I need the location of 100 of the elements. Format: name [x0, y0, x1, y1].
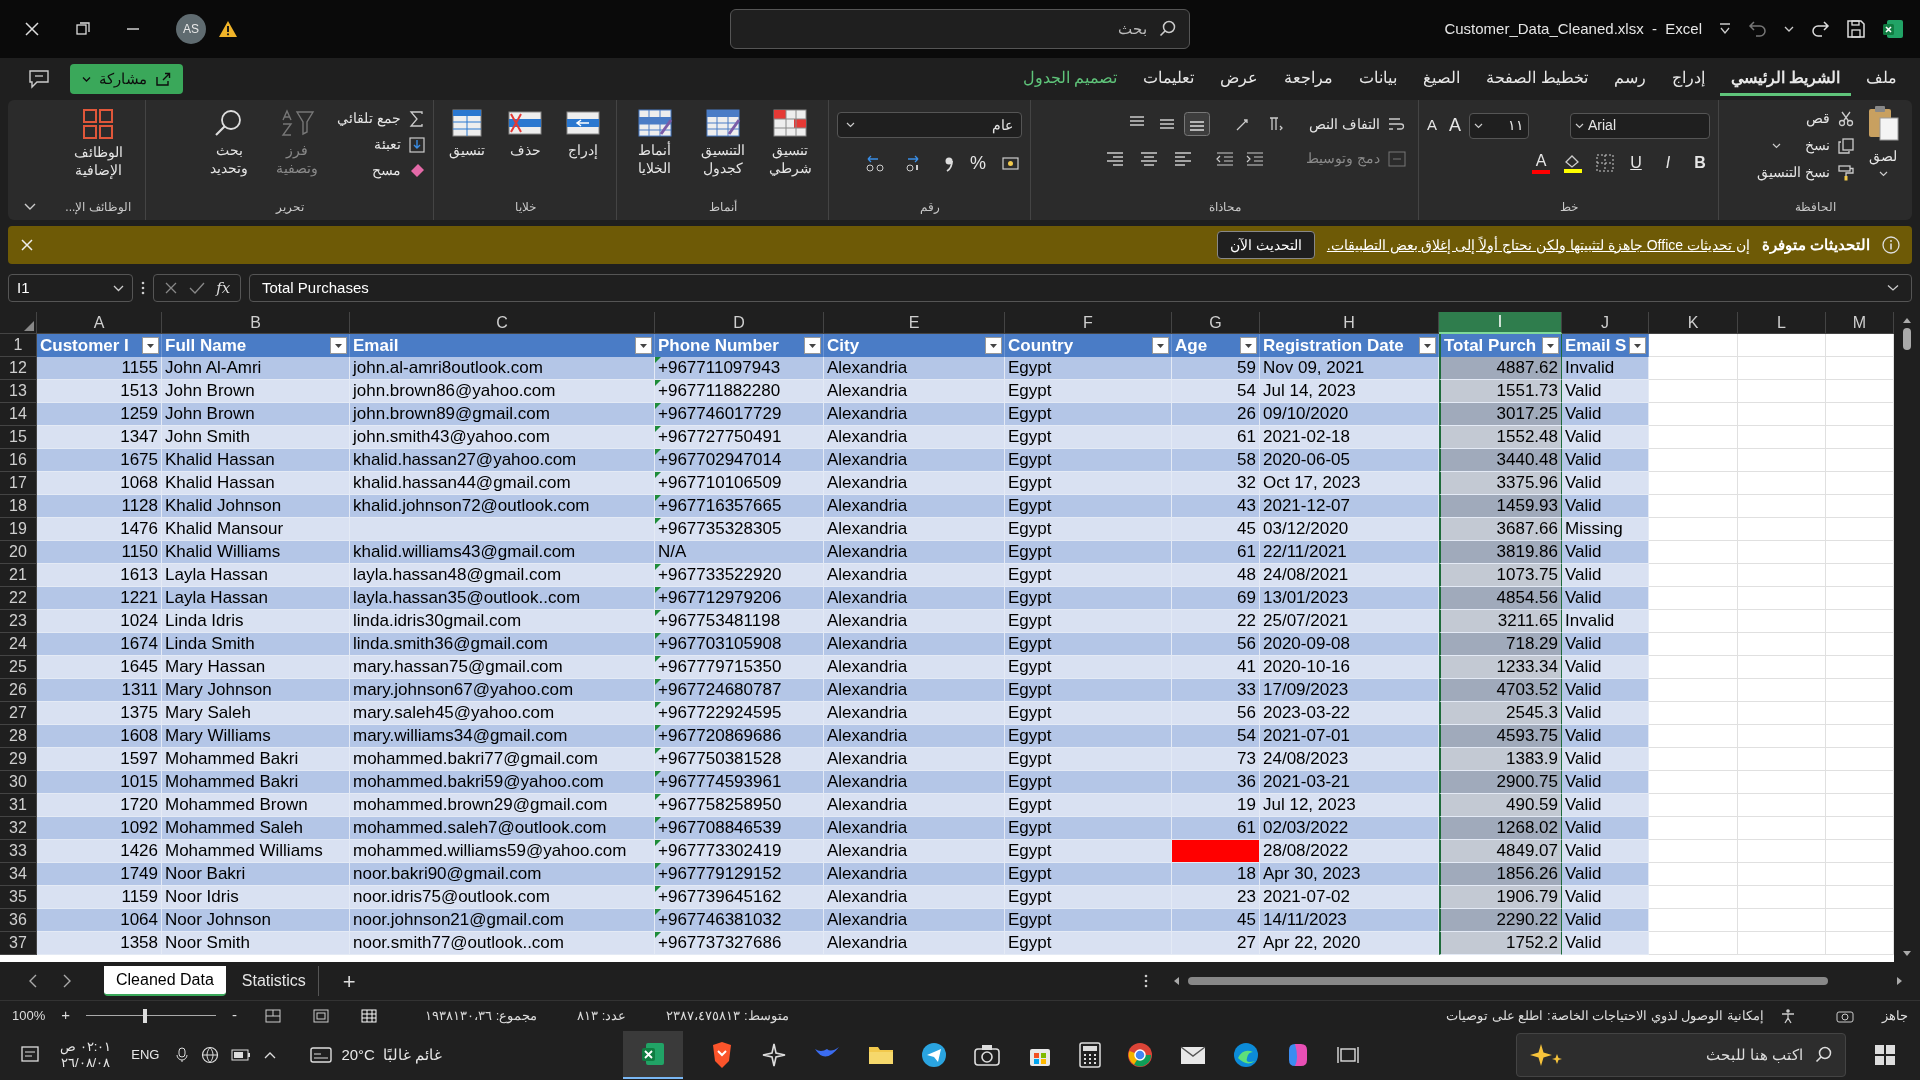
filter-button[interactable] [330, 337, 347, 354]
zoom-in-button[interactable]: + [61, 1004, 70, 1027]
browser-wave-app-icon[interactable] [1233, 1042, 1260, 1068]
error-marker[interactable] [655, 748, 661, 754]
insert-cells-button[interactable]: إدراج [558, 108, 608, 198]
zoom-slider[interactable] [86, 1008, 216, 1023]
column-header[interactable]: C [350, 312, 655, 334]
row-header[interactable]: 12 [0, 357, 37, 380]
name-box[interactable]: I1 [8, 274, 133, 302]
font-size-field[interactable]: ١١ [1469, 112, 1530, 139]
row-header[interactable]: 25 [0, 656, 37, 679]
align-center-icon[interactable] [1140, 150, 1158, 167]
font-name-field[interactable]: Arial [1570, 112, 1710, 139]
error-marker[interactable] [655, 472, 661, 478]
browser-app-icon[interactable] [1127, 1042, 1154, 1068]
align-bottom-icon[interactable] [1184, 112, 1210, 136]
column-header[interactable]: E [824, 312, 1005, 334]
insert-function-button[interactable]: fx [216, 276, 231, 300]
filter-button[interactable] [1542, 337, 1559, 354]
scrollbar-thumb[interactable] [1903, 328, 1911, 350]
language-indicator[interactable]: ENG [131, 1045, 160, 1065]
error-marker[interactable] [655, 380, 661, 386]
row-header[interactable]: 32 [0, 817, 37, 840]
notifications-icon[interactable] [20, 1045, 40, 1065]
taskbar-search-field[interactable]: اكتب هنا للبحث [1516, 1033, 1846, 1077]
ribbon-tab[interactable]: بيانات [1348, 62, 1409, 96]
column-header[interactable]: H [1260, 312, 1439, 334]
row-header[interactable]: 20 [0, 541, 37, 564]
ribbon-tab[interactable]: ملف [1855, 62, 1908, 96]
row-header[interactable]: 13 [0, 380, 37, 403]
error-marker[interactable] [655, 518, 661, 524]
format-as-table-button[interactable]: التنسيق كجدول [690, 108, 755, 198]
ribbon-tab[interactable]: تصميم الجدول [1011, 62, 1129, 96]
find-select-button[interactable]: بحث وتحديد [201, 104, 258, 198]
row-header[interactable]: 17 [0, 472, 37, 495]
undo-icon[interactable] [1748, 20, 1768, 38]
row-header[interactable]: 21 [0, 564, 37, 587]
ribbon-tab[interactable]: مراجعة [1273, 62, 1345, 96]
task-view-icon[interactable] [1337, 1045, 1360, 1065]
error-marker[interactable] [655, 357, 661, 363]
filter-button[interactable] [1152, 337, 1169, 354]
error-marker[interactable] [655, 426, 661, 432]
formula-field[interactable]: Total Purchases [249, 274, 1912, 302]
microphone-icon[interactable] [175, 1047, 190, 1063]
paste-button[interactable]: لصق [1862, 104, 1904, 198]
error-marker[interactable] [655, 656, 661, 662]
zoom-level[interactable]: 100% [12, 1005, 46, 1026]
column-header[interactable]: B [162, 312, 350, 334]
error-marker[interactable] [655, 610, 661, 616]
filter-button[interactable] [804, 337, 821, 354]
normal-view-icon[interactable] [361, 1008, 377, 1023]
column-header[interactable]: G [1172, 312, 1260, 334]
row-header[interactable]: 24 [0, 633, 37, 656]
chevron-up-icon[interactable] [263, 1050, 278, 1060]
error-marker[interactable] [655, 932, 661, 938]
row-header[interactable]: 28 [0, 725, 37, 748]
paper-plane-app-icon[interactable] [921, 1042, 948, 1068]
error-marker[interactable] [655, 771, 661, 777]
underline-button[interactable]: U [1626, 151, 1646, 175]
row-header[interactable]: 30 [0, 771, 37, 794]
caret-icon[interactable] [1784, 25, 1794, 33]
check-icon[interactable] [189, 281, 205, 295]
wrap-text-button[interactable]: التفاف النص [1296, 113, 1406, 135]
update-now-button[interactable]: التحديث الآن [1216, 231, 1315, 259]
error-marker[interactable] [655, 633, 661, 639]
search-field[interactable]: بحث [730, 9, 1190, 49]
column-header[interactable]: I [1439, 312, 1562, 334]
previous-sheet-icon[interactable] [28, 974, 38, 988]
row-header[interactable]: 18 [0, 495, 37, 518]
redo-icon[interactable] [1810, 20, 1830, 38]
row-header[interactable]: 31 [0, 794, 37, 817]
column-header[interactable]: D [655, 312, 824, 334]
font-color-button[interactable]: A [1532, 152, 1550, 174]
error-marker[interactable] [655, 702, 661, 708]
percent-button[interactable]: % [970, 150, 986, 177]
ribbon-tab[interactable]: الشريط الرئيسي [1719, 62, 1851, 96]
filter-button[interactable] [635, 337, 652, 354]
increase-font-button[interactable]: A [1449, 112, 1462, 139]
bold-button[interactable]: B [1690, 151, 1710, 175]
ribbon-tab[interactable]: رسم [1602, 62, 1657, 96]
select-all-icon[interactable] [24, 321, 34, 331]
error-marker[interactable] [655, 863, 661, 869]
align-left-icon[interactable] [1174, 150, 1192, 167]
format-painter-button[interactable]: نسخ التنسيق [1757, 162, 1854, 183]
notification-link[interactable]: إن تحديثات Office جاهزة لتثبيتها ولكن نحتاج أولاً إلى إغلاق بعض التطبيقات. [1326, 234, 1750, 256]
column-header[interactable]: J [1562, 312, 1649, 334]
zoom-out-button[interactable]: - [232, 1004, 237, 1027]
row-header[interactable]: 33 [0, 840, 37, 863]
number-format-field[interactable]: عام [837, 112, 1022, 138]
row-header[interactable]: 26 [0, 679, 37, 702]
filter-button[interactable] [985, 337, 1002, 354]
italic-button[interactable]: I [1658, 151, 1678, 175]
scrollbar-thumb[interactable] [1188, 977, 1828, 985]
decrease-font-button[interactable]: A [1427, 114, 1437, 137]
warning-icon[interactable] [218, 20, 238, 38]
next-sheet-icon[interactable] [62, 974, 72, 988]
align-right-icon[interactable] [1106, 150, 1124, 167]
page-break-view-icon[interactable] [265, 1008, 281, 1023]
row-header[interactable]: 27 [0, 702, 37, 725]
start-icon[interactable] [1874, 1044, 1896, 1066]
